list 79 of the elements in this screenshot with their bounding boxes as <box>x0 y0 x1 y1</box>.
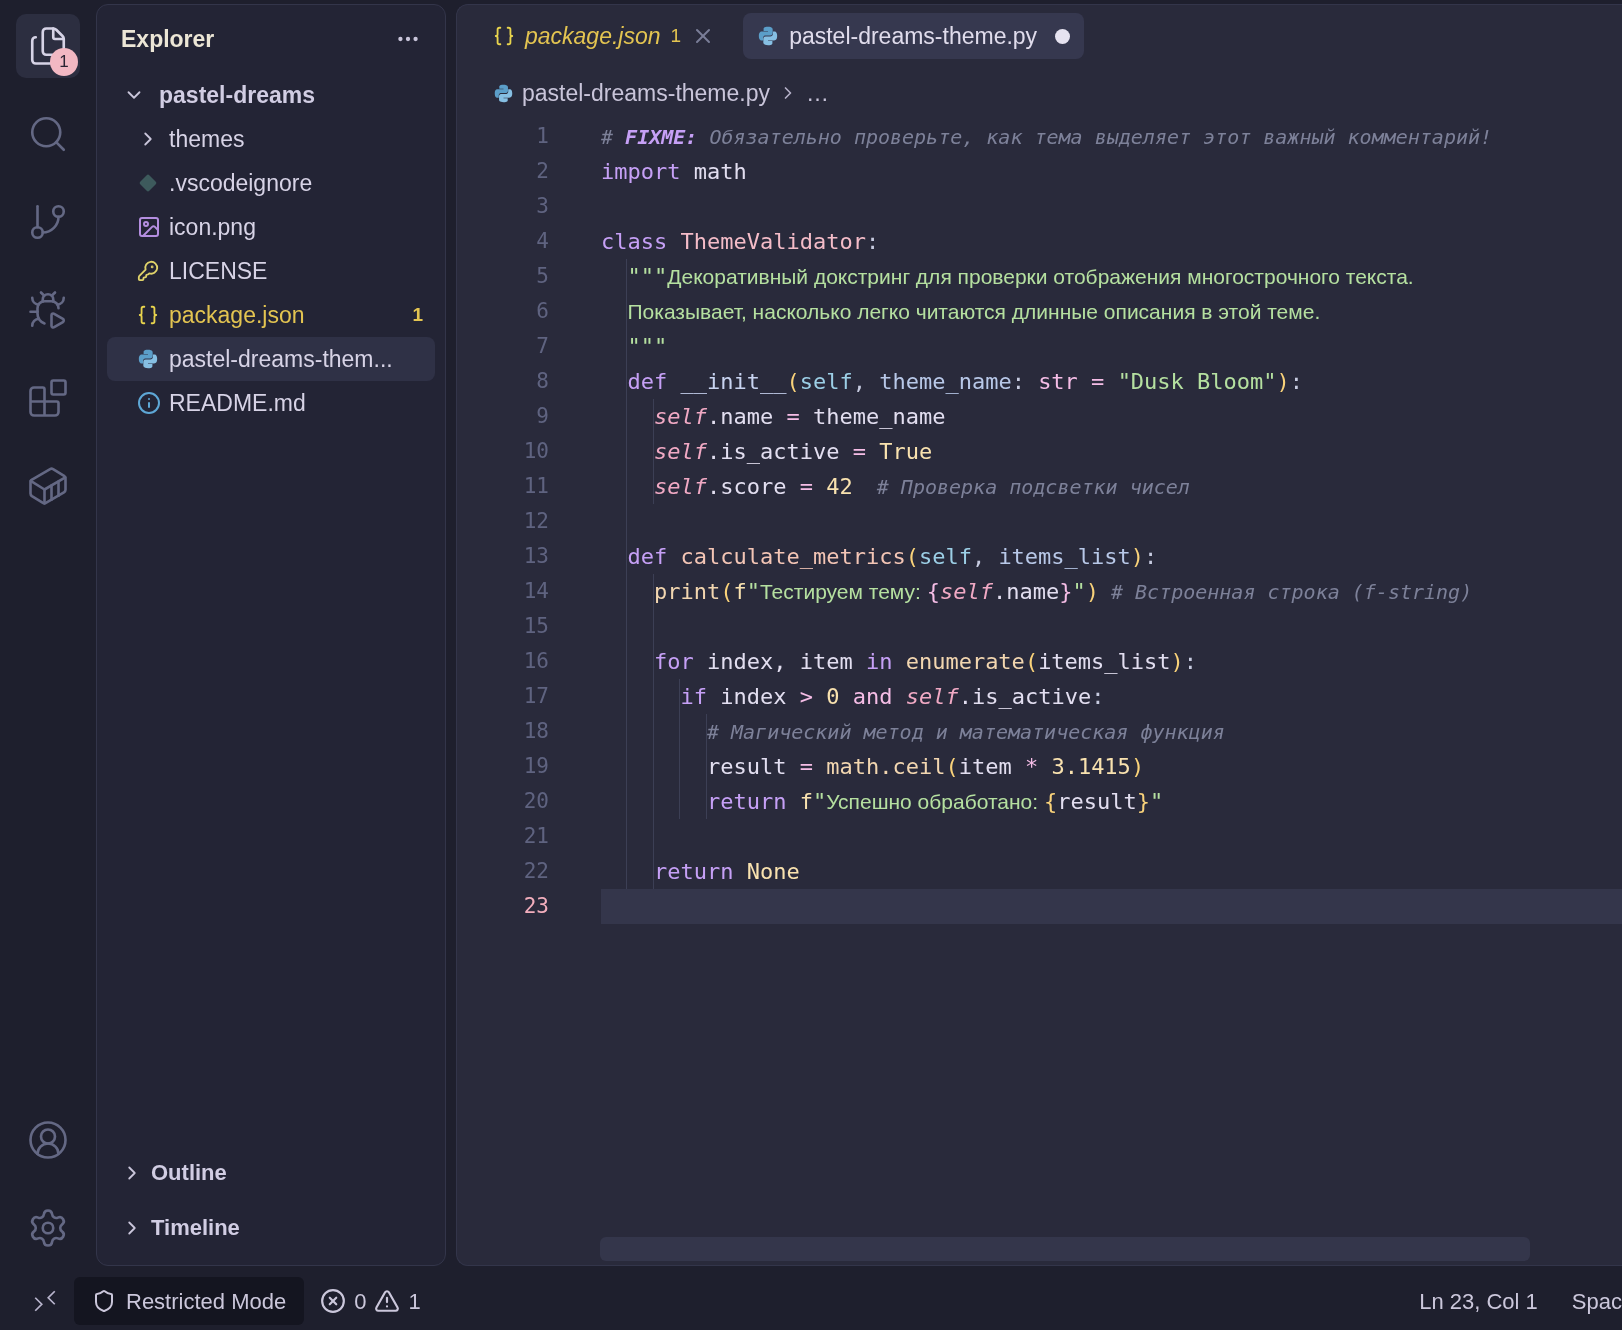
code-line: self.is_active = True <box>601 434 1622 469</box>
code-line: if index > 0 and self.is_active: <box>601 679 1622 714</box>
problem-count: 1 <box>670 23 682 48</box>
line-number: 9 <box>536 402 549 430</box>
tree-item[interactable]: README.md <box>107 381 435 425</box>
code-line: result = math.ceil(item * 3.1415) <box>601 749 1622 784</box>
code-line: return f"Успешно обработано: {result}" <box>601 784 1622 819</box>
line-number: 11 <box>523 472 549 500</box>
breadcrumb-item[interactable]: … <box>806 75 829 111</box>
line-number: 2 <box>536 157 549 185</box>
editor-tab[interactable]: package.json 1 <box>479 13 730 59</box>
tree-item[interactable]: package.json 1 <box>107 293 435 337</box>
tree-item[interactable]: LICENSE <box>107 249 435 293</box>
problem-count: 1 <box>412 302 423 327</box>
code-line: print(f"Тестируем тему: {self.name}") # Встроенная строка (f-string) <box>601 574 1622 609</box>
code-line: self.score = 42 # Проверка подсветки чисел <box>601 469 1622 504</box>
line-number: 16 <box>523 647 549 675</box>
breadcrumb-item[interactable]: pastel-dreams-theme.py <box>522 75 770 111</box>
line-number: 5 <box>536 262 549 290</box>
blocks-icon[interactable] <box>27 377 69 419</box>
code-line: """Декоративный докстринг для проверки отображения многострочного текста. <box>601 259 1622 294</box>
line-number: 3 <box>536 192 549 220</box>
image-icon <box>137 215 161 239</box>
code-line: class ThemeValidator: <box>601 228 881 256</box>
container-icon[interactable] <box>27 465 69 507</box>
tree-item[interactable]: icon.png <box>107 205 435 249</box>
editor-tab[interactable]: pastel-dreams-theme.py <box>743 13 1085 59</box>
line-number: 4 <box>536 227 549 255</box>
line-number: 6 <box>536 297 549 325</box>
remote-icon[interactable] <box>32 1288 58 1314</box>
activity-item[interactable]: 1 <box>16 14 80 78</box>
notification-badge: 1 <box>50 48 78 76</box>
line-number: 23 <box>523 892 549 920</box>
code-line: def __init__(self, theme_name: str = "Dusk Bloom"): <box>601 364 1622 399</box>
tree-item[interactable]: .vscodeignore <box>107 161 435 205</box>
line-number: 21 <box>523 822 549 850</box>
code-line: """ <box>601 329 1622 364</box>
line-number: 19 <box>523 752 549 780</box>
code-line: import math <box>601 158 748 186</box>
line-number: 1 <box>536 122 549 150</box>
line-number: 7 <box>536 332 549 360</box>
key-icon <box>137 260 159 282</box>
line-number: 12 <box>523 507 549 535</box>
section-header[interactable]: Timeline <box>97 1200 445 1255</box>
code-line: # Магический метод и математическая функция <box>601 714 1622 749</box>
code-line: def calculate_metrics(self, items_list): <box>601 539 1622 574</box>
cursor-position[interactable]: Ln 23, Col 1 <box>1419 1284 1538 1318</box>
error-icon <box>320 1288 347 1314</box>
line-number: 18 <box>523 717 549 745</box>
line-number: 8 <box>536 367 549 395</box>
tree-item[interactable]: pastel-dreams <box>107 73 435 117</box>
braces-icon <box>493 25 515 47</box>
line-number: 20 <box>523 787 549 815</box>
python-icon <box>757 25 780 47</box>
code-line: # FIXME: Обязательно проверьте, как тема выделяет этот важный комментарий! <box>601 123 1494 151</box>
restricted-mode-button[interactable]: Restricted Mode <box>74 1277 305 1325</box>
warning-icon <box>374 1288 401 1314</box>
line-number: 15 <box>523 612 549 640</box>
tree-item[interactable]: themes <box>107 117 435 161</box>
braces-icon <box>137 304 159 326</box>
code-line: Показывает, насколько легко читаются длинные описания в этой теме. <box>601 294 1622 329</box>
line-number: 13 <box>523 542 549 570</box>
line-number: 22 <box>523 857 549 885</box>
line-number: 14 <box>523 577 549 605</box>
code-line: return None <box>601 854 1622 889</box>
panel-title: Explorer <box>121 24 215 54</box>
problems-button[interactable]: 0 1 <box>320 1284 421 1318</box>
info-icon <box>137 391 161 415</box>
section-header[interactable]: Outline <box>97 1145 445 1200</box>
tree-item[interactable]: pastel-dreams-them... <box>107 337 435 381</box>
line-number: 10 <box>523 437 549 465</box>
code-line: self.name = theme_name <box>601 399 1622 434</box>
account-icon[interactable] <box>27 1119 69 1161</box>
indentation-status[interactable]: Spac <box>1571 1284 1622 1318</box>
line-number: 17 <box>523 682 549 710</box>
shield-icon <box>92 1289 116 1313</box>
python-icon <box>137 348 159 370</box>
python-icon <box>493 82 514 104</box>
code-line: for index, item in enumerate(items_list): <box>601 644 1622 679</box>
